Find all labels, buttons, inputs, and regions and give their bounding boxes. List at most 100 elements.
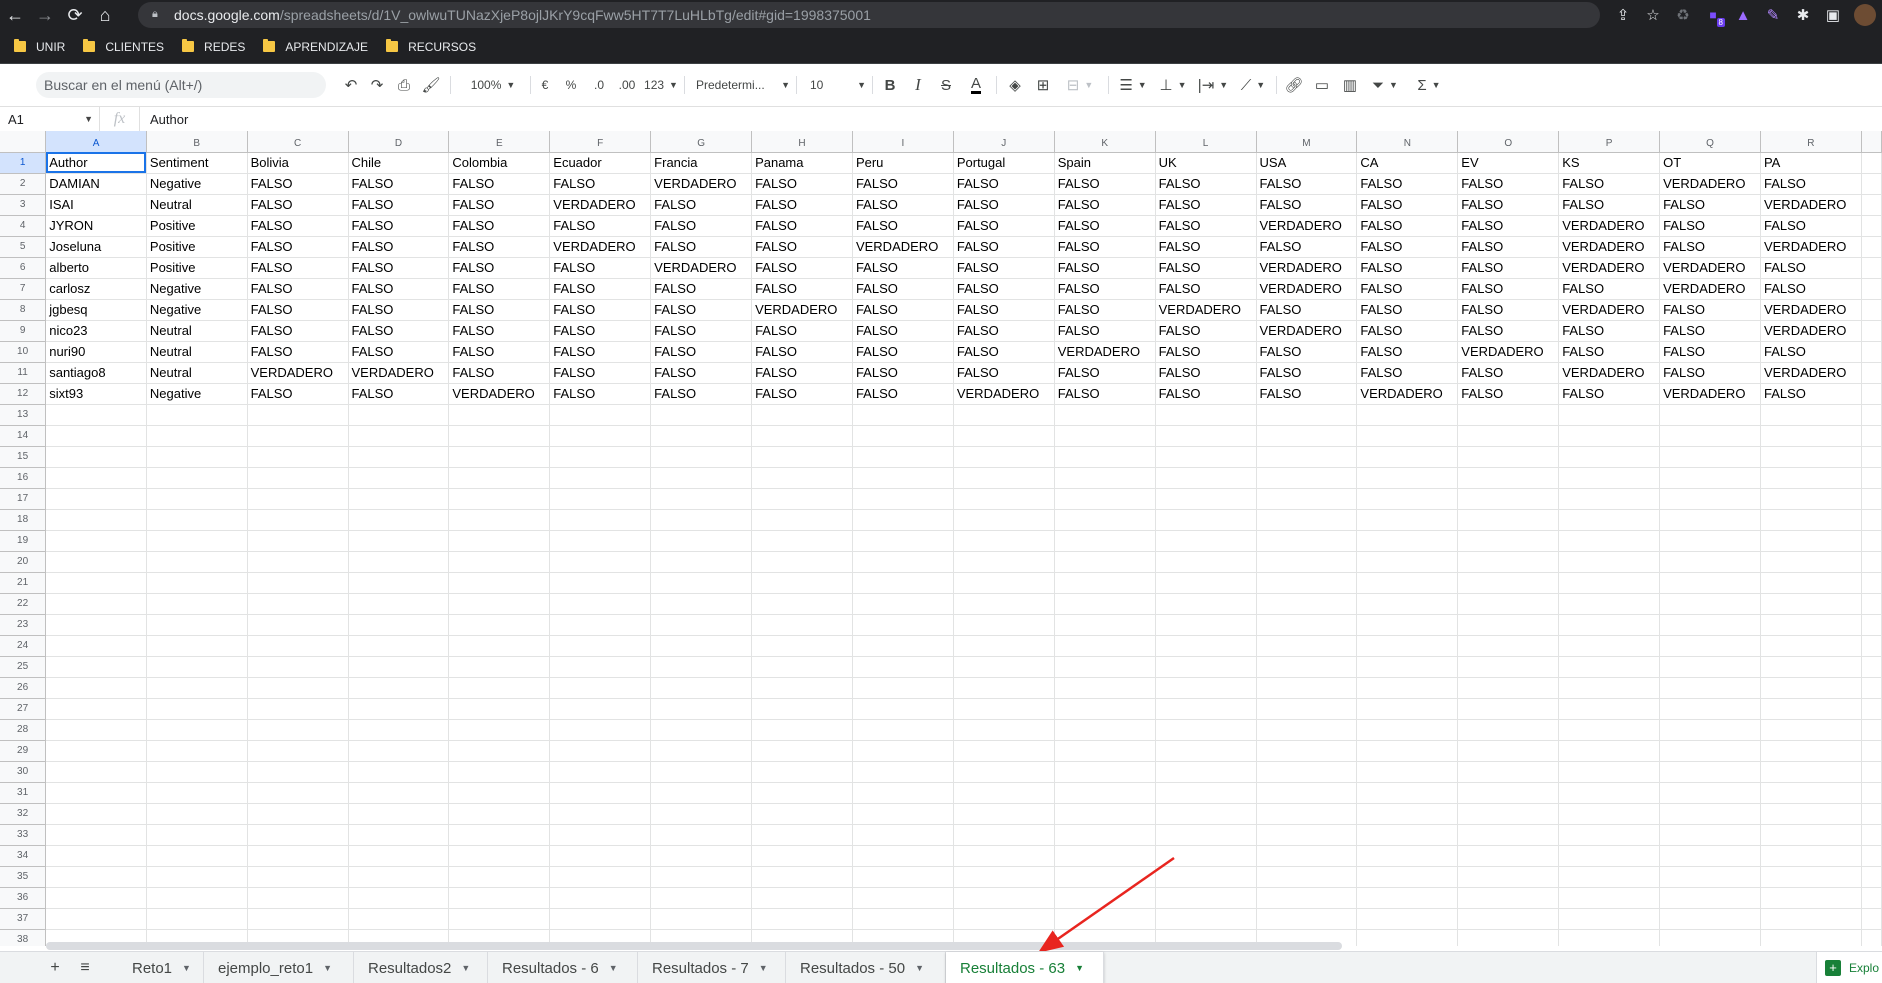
strikethrough-button[interactable]: S [936, 73, 956, 97]
cell[interactable] [851, 823, 954, 846]
cell[interactable] [145, 844, 248, 867]
cell[interactable] [1759, 550, 1862, 573]
cell[interactable] [1154, 571, 1257, 594]
cell[interactable]: Bolivia [246, 151, 349, 174]
cell[interactable] [549, 571, 652, 594]
cell[interactable] [1759, 424, 1862, 447]
cell[interactable] [650, 424, 753, 447]
cell[interactable]: VERDADERO [1558, 214, 1661, 237]
name-box[interactable]: A1 ▼ [0, 107, 100, 131]
row-header[interactable]: 36 [0, 886, 47, 909]
cell[interactable] [347, 613, 450, 636]
cell[interactable]: FALSO [1759, 340, 1862, 363]
cell[interactable] [347, 592, 450, 615]
cell[interactable] [1255, 529, 1358, 552]
cell[interactable] [751, 571, 853, 594]
row-header[interactable]: 8 [0, 298, 47, 321]
cell[interactable] [851, 886, 954, 909]
cell[interactable] [650, 487, 753, 510]
row-header[interactable]: 15 [0, 445, 47, 468]
cell[interactable]: FALSO [952, 235, 1055, 258]
cell[interactable] [45, 739, 147, 762]
cell[interactable]: FALSO [952, 277, 1055, 300]
cell[interactable] [1759, 739, 1862, 762]
cell[interactable]: FALSO [1154, 172, 1257, 195]
column-header[interactable]: R [1759, 131, 1862, 153]
back-icon[interactable]: ← [0, 0, 30, 30]
cell[interactable]: FALSO [952, 319, 1055, 342]
cell[interactable] [45, 886, 147, 909]
fill-color-icon[interactable]: ◈ [1004, 73, 1026, 97]
cell[interactable] [1558, 571, 1661, 594]
cell[interactable] [1759, 718, 1862, 741]
cell[interactable]: FALSO [952, 256, 1055, 279]
cell[interactable] [1356, 403, 1459, 426]
cell[interactable] [1053, 487, 1156, 510]
cell[interactable]: FALSO [952, 214, 1055, 237]
cell[interactable]: FALSO [1053, 319, 1156, 342]
cell[interactable] [45, 802, 147, 825]
cell[interactable] [851, 676, 954, 699]
cell[interactable] [1860, 928, 1882, 946]
cell[interactable] [246, 508, 349, 531]
cell[interactable] [45, 907, 147, 930]
cell[interactable] [1356, 676, 1459, 699]
row-header[interactable]: 35 [0, 865, 47, 888]
print-icon[interactable]: ⎙ [392, 73, 416, 97]
cell[interactable] [952, 487, 1055, 510]
cell[interactable] [952, 760, 1055, 783]
sheet-tab[interactable]: Resultados2 ▼ [354, 952, 488, 983]
cell[interactable] [1860, 907, 1882, 930]
cell[interactable] [448, 403, 551, 426]
cell[interactable] [246, 655, 349, 678]
cell[interactable] [549, 466, 652, 489]
cell[interactable] [1356, 760, 1459, 783]
column-header[interactable]: H [751, 131, 853, 153]
cell[interactable]: FALSO [246, 298, 349, 321]
cell[interactable] [448, 592, 551, 615]
cell[interactable] [246, 886, 349, 909]
cell[interactable] [549, 676, 652, 699]
forward-icon[interactable]: → [30, 0, 60, 30]
cell[interactable] [851, 550, 954, 573]
cell[interactable] [1759, 529, 1862, 552]
cell[interactable] [1457, 844, 1560, 867]
cell[interactable] [549, 592, 652, 615]
cell[interactable] [1659, 403, 1761, 426]
cell[interactable] [448, 424, 551, 447]
cell[interactable] [1255, 718, 1358, 741]
cell[interactable] [1759, 802, 1862, 825]
cell[interactable] [347, 781, 450, 804]
cell[interactable] [650, 634, 753, 657]
cell[interactable] [751, 445, 853, 468]
cell[interactable] [145, 466, 248, 489]
cell[interactable] [1860, 802, 1882, 825]
cell[interactable] [1457, 802, 1560, 825]
cell[interactable] [1255, 466, 1358, 489]
cell[interactable]: FALSO [751, 382, 853, 405]
cell[interactable] [1860, 550, 1882, 573]
cell[interactable]: FALSO [549, 361, 652, 384]
cell[interactable] [1255, 508, 1358, 531]
cell[interactable]: VERDADERO [1154, 298, 1257, 321]
column-header[interactable]: K [1053, 131, 1156, 153]
cell[interactable]: FALSO [1457, 382, 1560, 405]
column-header[interactable]: J [952, 131, 1055, 153]
extension-badge-icon[interactable]: ■ 8 [1698, 0, 1728, 30]
cell[interactable] [650, 739, 753, 762]
cell[interactable] [1154, 424, 1257, 447]
cell[interactable] [1356, 697, 1459, 720]
cell[interactable] [1457, 886, 1560, 909]
bookmark-unir[interactable]: UNIR [14, 39, 65, 54]
cell[interactable] [1154, 739, 1257, 762]
cell[interactable]: FALSO [851, 319, 954, 342]
cell[interactable] [1457, 403, 1560, 426]
cell[interactable]: Colombia [448, 151, 551, 174]
cell[interactable]: Francia [650, 151, 753, 174]
cell[interactable] [650, 445, 753, 468]
cell[interactable] [650, 550, 753, 573]
cell[interactable]: KS [1558, 151, 1661, 174]
cell[interactable] [549, 865, 652, 888]
cell[interactable]: VERDADERO [1255, 277, 1358, 300]
cell[interactable]: FALSO [448, 361, 551, 384]
